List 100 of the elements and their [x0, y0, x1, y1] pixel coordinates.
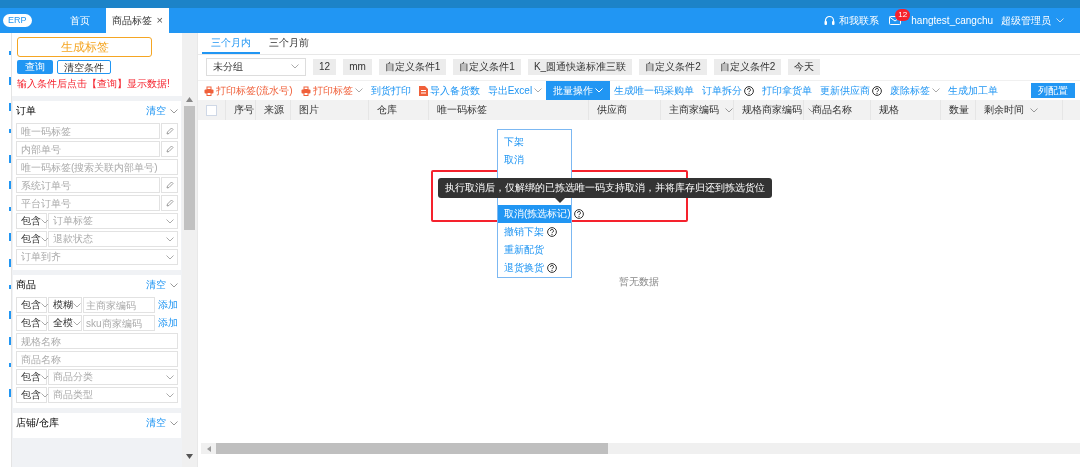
select-field[interactable]: 订单到齐 — [16, 249, 178, 265]
column-header[interactable]: 规格商家编码 — [734, 100, 804, 120]
column-header: 商品名称 — [804, 100, 871, 120]
input-field[interactable]: 商品名称 — [16, 351, 178, 367]
add-link[interactable]: 添加 — [156, 315, 178, 331]
column-header[interactable]: 剩余时间 — [976, 100, 1063, 120]
column-header: 数量 — [941, 100, 976, 120]
toolbar-action[interactable]: 到货打印 — [366, 81, 415, 100]
input-field[interactable]: 规格名称 — [16, 333, 178, 349]
toolbar-action[interactable]: 废除标签 — [886, 81, 945, 100]
tooltip-arrow-icon — [555, 198, 565, 203]
select-field[interactable]: 商品类型 — [48, 387, 178, 403]
empty-state-text: 暂无数据 — [619, 274, 659, 289]
page-tab[interactable]: 商品标签 × — [105, 8, 169, 33]
page-tab[interactable]: 首页 — [53, 8, 106, 33]
document-icon — [418, 85, 428, 96]
menu-item[interactable]: 退货换货 — [498, 259, 571, 277]
headset-icon[interactable] — [824, 15, 836, 26]
app-logo[interactable]: ERP — [3, 14, 32, 27]
chevron-down-icon — [291, 64, 299, 69]
toolbar-action[interactable]: 订单拆分 — [698, 81, 759, 100]
section-title: 商品 — [16, 278, 36, 292]
filter-chip[interactable]: 自定义条件2 — [713, 58, 782, 75]
column-header: 唯一码标签 — [429, 100, 589, 120]
filter-chip[interactable]: mm — [343, 58, 372, 75]
operator-select[interactable]: 包含 — [16, 213, 47, 229]
toolbar-action[interactable]: 打印拿货单 — [758, 81, 817, 100]
select-all-checkbox[interactable] — [206, 104, 217, 116]
input-field[interactable]: 系统订单号 — [16, 177, 160, 193]
toolbar-action[interactable]: 更新供应商 — [816, 81, 887, 100]
toolbar-action[interactable]: 生成加工单 — [944, 81, 1003, 100]
scrollbar-thumb[interactable] — [184, 106, 195, 230]
notification-badge: 12 — [895, 9, 911, 21]
contact-link[interactable]: 和我联系 — [839, 13, 880, 28]
clear-link[interactable]: 清空 — [146, 278, 178, 292]
column-header: 序号 — [226, 100, 256, 120]
input-field[interactable]: 主商家编码 — [83, 297, 155, 313]
menu-item[interactable]: 撤销下架 — [498, 223, 571, 241]
clear-link[interactable]: 清空 — [146, 104, 178, 118]
scroll-left-icon[interactable] — [207, 445, 211, 452]
time-tab[interactable]: 三个月内 — [202, 33, 260, 54]
clear-link[interactable]: 清空 — [146, 416, 178, 430]
toolbar-action[interactable]: 批量操作 — [546, 81, 611, 100]
printer-icon — [300, 85, 311, 96]
username[interactable]: hangtest_cangchu — [911, 15, 993, 26]
chevron-down-icon — [170, 282, 178, 288]
input-field[interactable]: sku商家编码 — [83, 315, 155, 331]
operator-select[interactable]: 包含 — [16, 369, 47, 385]
toolbar-action[interactable]: 打印标签 — [296, 81, 367, 100]
match-mode-select[interactable]: 全模 — [48, 315, 82, 331]
scroll-up-icon[interactable] — [186, 97, 193, 102]
help-icon[interactable] — [547, 263, 557, 273]
time-tab[interactable]: 三个月前 — [260, 33, 318, 54]
scrollbar-thumb[interactable] — [216, 443, 608, 454]
select-field[interactable]: 商品分类 — [48, 369, 178, 385]
match-mode-select[interactable]: 模糊 — [48, 297, 82, 313]
generate-labels-button[interactable]: 生成标签 — [17, 37, 152, 57]
scroll-down-icon[interactable] — [186, 454, 193, 459]
filter-chip[interactable]: 自定义条件2 — [639, 58, 707, 75]
operator-select[interactable]: 包含 — [16, 231, 47, 247]
filter-chip[interactable]: 自定义条件1 — [378, 58, 447, 75]
chevron-down-icon — [41, 374, 49, 380]
group-select[interactable]: 未分组 — [206, 57, 306, 76]
input-field[interactable]: 内部单号 — [16, 141, 160, 157]
menu-item[interactable]: 下架 — [498, 133, 571, 151]
column-header: 仓库 — [369, 100, 429, 120]
query-button[interactable]: 查询 — [17, 60, 53, 74]
input-field[interactable]: 平台订单号 — [16, 195, 160, 211]
operator-select[interactable]: 包含 — [16, 315, 47, 331]
section-title: 店铺/仓库 — [16, 416, 59, 430]
select-field[interactable]: 订单标签 — [48, 213, 178, 229]
filter-chip[interactable]: 今天 — [788, 58, 821, 75]
filter-chip[interactable]: 12 — [313, 58, 337, 75]
filter-chip[interactable]: 自定义条件1 — [453, 58, 521, 75]
help-icon[interactable] — [573, 209, 584, 219]
select-field[interactable]: 退款状态 — [48, 231, 178, 247]
toolbar-action[interactable]: 导入备货数 — [414, 81, 484, 100]
filter-chip[interactable]: K_圆通快递标准三联 — [527, 58, 633, 75]
menu-item[interactable]: 重新配货 — [498, 241, 571, 259]
operator-select[interactable]: 包含 — [16, 387, 47, 403]
clear-conditions-button[interactable]: 清空条件 — [57, 60, 111, 74]
chevron-down-icon — [41, 302, 49, 308]
help-icon[interactable] — [547, 227, 557, 237]
pencil-icon — [165, 199, 174, 207]
chevron-down-icon — [73, 320, 81, 326]
operator-select[interactable]: 包含 — [16, 297, 47, 313]
column-config-button[interactable]: 列配置 — [1031, 83, 1075, 98]
help-icon[interactable] — [872, 85, 883, 96]
add-link[interactable]: 添加 — [156, 297, 178, 313]
toolbar-action[interactable]: 生成唯一码采购单 — [610, 81, 699, 100]
role-dropdown[interactable]: 超级管理员 — [1001, 13, 1064, 28]
pencil-icon — [165, 127, 174, 135]
toolbar-action[interactable]: 导出Excel — [483, 81, 547, 100]
column-header[interactable]: 主商家编码 — [661, 100, 734, 120]
help-icon[interactable] — [744, 85, 755, 96]
menu-item[interactable]: 取消 — [498, 151, 571, 169]
close-icon[interactable]: × — [156, 8, 163, 33]
toolbar-action[interactable]: 打印标签(流水号) — [200, 81, 297, 100]
chevron-down-icon — [73, 302, 81, 308]
section-title: 订单 — [16, 104, 36, 118]
